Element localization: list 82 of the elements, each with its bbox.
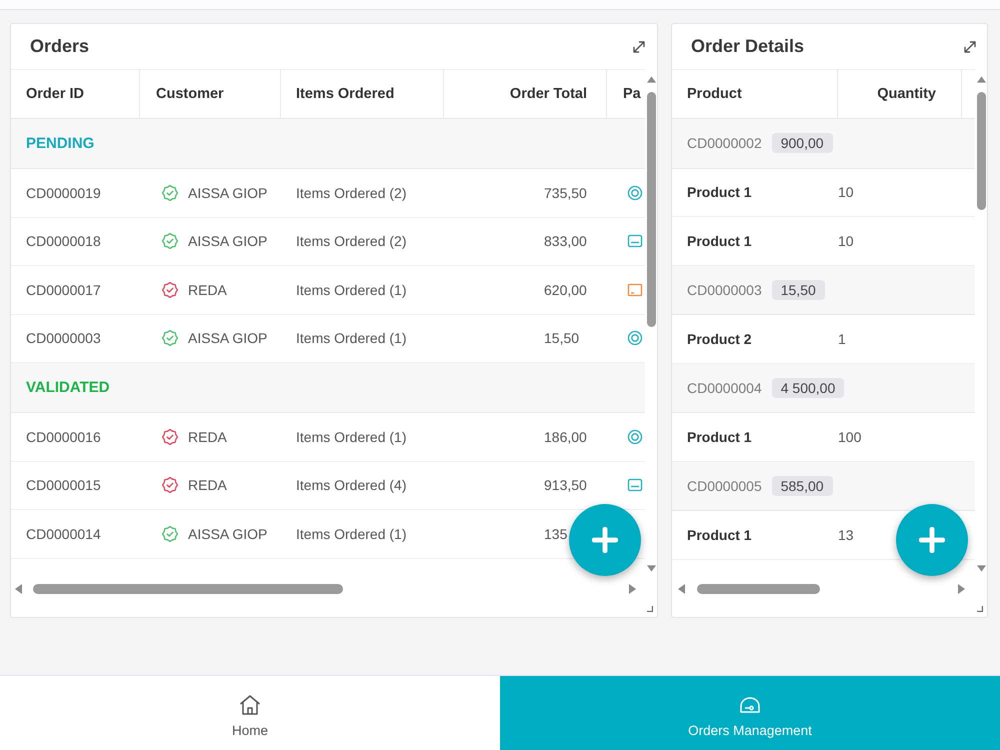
order-id-cell: CD0000014: [26, 526, 101, 542]
quantity-cell: 13: [838, 526, 854, 543]
group-row[interactable]: CD0000005 585,00: [672, 462, 975, 511]
customer-name: AISSA GIOP: [188, 526, 268, 542]
order-total-cell: 15,50: [544, 330, 580, 346]
order-total-cell: 833,00: [544, 233, 587, 250]
customer-name: AISSA GIOP: [188, 330, 268, 346]
order-id-cell: CD0000002: [687, 135, 762, 152]
scrollbar-thumb[interactable]: [646, 92, 656, 327]
order-total-badge: 900,00: [772, 133, 833, 154]
scroll-up-icon[interactable]: [646, 76, 656, 83]
order-total-badge: 15,50: [772, 280, 825, 300]
scrollbar-thumb[interactable]: [697, 584, 820, 594]
order-total-cell: 620,00: [544, 282, 587, 298]
resize-grip-icon[interactable]: [977, 606, 983, 612]
scroll-left-icon[interactable]: [678, 584, 685, 594]
panel-title: Orders: [30, 36, 90, 57]
scroll-down-icon[interactable]: [976, 565, 986, 572]
customer-name: REDA: [188, 282, 227, 298]
product-cell: Product 1: [687, 428, 752, 445]
column-header[interactable]: Pa: [607, 70, 645, 118]
order-id-cell: CD0000003: [26, 330, 101, 346]
group-label: PENDING: [26, 135, 94, 152]
items-ordered-cell: Items Ordered (1): [296, 282, 406, 298]
expand-icon[interactable]: [962, 38, 978, 54]
customer-name: REDA: [188, 428, 227, 445]
quantity-cell: 10: [838, 232, 854, 249]
order-total-badge: 4 500,00: [772, 378, 844, 398]
product-cell: Product 1: [687, 232, 752, 249]
product-cell: Product 2: [687, 330, 752, 347]
scroll-down-icon[interactable]: [646, 565, 656, 572]
group-label: VALIDATED: [26, 379, 110, 396]
items-ordered-cell: Items Ordered (1): [296, 526, 406, 542]
quantity-cell: 100: [838, 428, 862, 445]
items-ordered-cell: Items Ordered (4): [296, 477, 406, 494]
order-id-cell: CD0000005: [687, 478, 762, 494]
scroll-right-icon[interactable]: [629, 584, 636, 594]
quantity-cell: 1: [838, 330, 846, 347]
scroll-up-icon[interactable]: [976, 76, 986, 83]
scroll-right-icon[interactable]: [958, 584, 965, 594]
scrollbar-thumb[interactable]: [976, 92, 986, 210]
quantity-cell: 10: [838, 184, 854, 200]
product-cell: Product 1: [687, 526, 752, 543]
column-header[interactable]: Product: [672, 70, 838, 118]
add-button[interactable]: [569, 504, 641, 576]
column-header[interactable]: Items Ordered: [281, 70, 444, 118]
order-total-cell: 913,50: [544, 477, 587, 494]
order-id-cell: CD0000018: [26, 233, 101, 250]
add-button[interactable]: [896, 504, 968, 576]
order-id-cell: CD0000003: [687, 282, 762, 298]
order-id-cell: CD0000015: [26, 477, 101, 494]
group-row[interactable]: CD0000003 15,50: [672, 266, 975, 315]
items-ordered-cell: Items Ordered (1): [296, 428, 406, 445]
scroll-left-icon[interactable]: [15, 584, 22, 594]
plus-icon: [919, 527, 945, 553]
column-header[interactable]: Quantity: [838, 70, 962, 118]
customer-name: REDA: [188, 477, 227, 494]
order-total-badge: 585,00: [772, 476, 833, 496]
customer-name: AISSA GIOP: [188, 233, 268, 250]
home-icon: [238, 692, 262, 716]
expand-icon[interactable]: [631, 38, 647, 54]
resize-grip-icon[interactable]: [647, 606, 653, 612]
customer-name: AISSA GIOP: [188, 184, 268, 201]
column-header[interactable]: Customer: [140, 70, 281, 118]
items-ordered-cell: Items Ordered (2): [296, 184, 406, 201]
order-id-cell: CD0000019: [26, 184, 101, 201]
product-cell: Product 1: [687, 184, 752, 200]
items-ordered-cell: Items Ordered (1): [296, 330, 406, 346]
order-id-cell: CD0000017: [26, 282, 101, 298]
items-ordered-cell: Items Ordered (2): [296, 233, 406, 250]
group-row[interactable]: CD0000002 900,00: [672, 119, 975, 168]
scrollbar-thumb[interactable]: [33, 584, 343, 594]
order-id-cell: CD0000016: [26, 428, 101, 445]
plus-icon: [592, 527, 618, 553]
column-header[interactable]: Order ID: [11, 70, 140, 118]
order-total-cell: 135: [544, 526, 568, 542]
order-total-cell: 186,00: [544, 428, 587, 445]
order-id-cell: CD0000004: [687, 380, 762, 396]
column-header[interactable]: Order Total: [444, 70, 607, 118]
order-total-cell: 735,50: [544, 184, 587, 201]
panel-title: Order Details: [691, 36, 804, 57]
group-row[interactable]: CD0000004 4 500,00: [672, 364, 975, 413]
